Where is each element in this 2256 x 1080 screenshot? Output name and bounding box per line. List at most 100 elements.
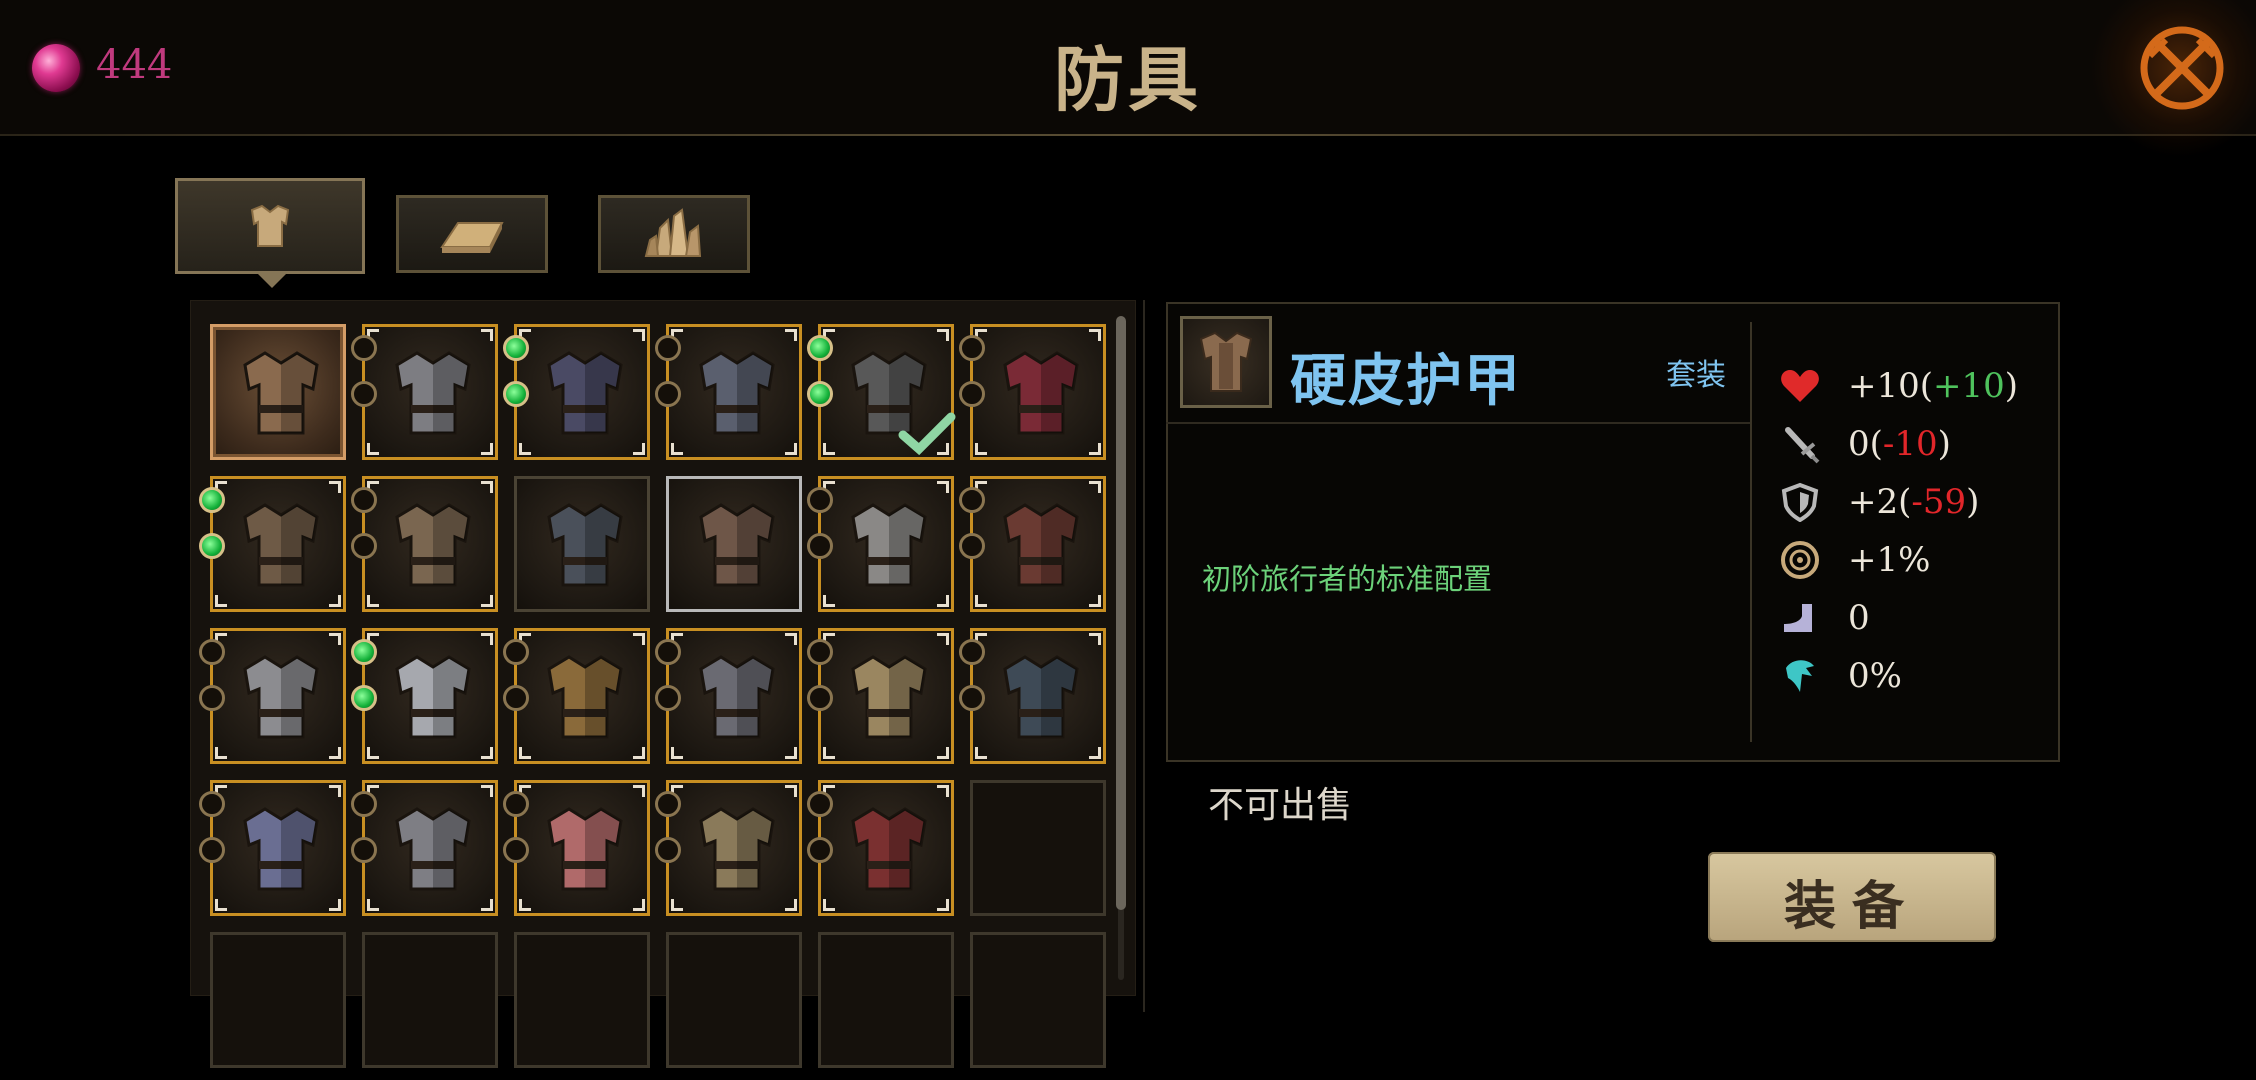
socket-empty: [199, 639, 225, 665]
inventory-slot-empty[interactable]: [970, 932, 1106, 1068]
equip-button-label: 装备: [1783, 876, 1920, 937]
tab-armor[interactable]: [175, 178, 365, 274]
sell-status: 不可出售: [1208, 785, 1353, 826]
stat-base-critical: +1%: [1848, 540, 1931, 580]
slot-corner-ornament: [519, 443, 531, 455]
stat-delta-health: +10: [1933, 366, 2005, 406]
socket-filled: [807, 335, 833, 361]
inventory-slot-empty[interactable]: [970, 780, 1106, 916]
tab-ingots[interactable]: [396, 195, 548, 273]
armor-icon: [699, 351, 775, 435]
slot-corner-ornament: [671, 443, 683, 455]
socket-empty: [351, 533, 377, 559]
armor-icon: [1003, 503, 1079, 587]
armor-icon: [395, 351, 471, 435]
socket-empty: [655, 639, 681, 665]
inventory-slot[interactable]: [807, 780, 954, 916]
socket-empty: [807, 487, 833, 513]
socket-filled: [199, 487, 225, 513]
socket-filled: [503, 381, 529, 407]
inventory-slot[interactable]: [655, 628, 802, 764]
slot-corner-ornament: [823, 443, 835, 455]
socket-filled: [351, 639, 377, 665]
inventory-slot[interactable]: [351, 628, 498, 764]
socket-filled: [199, 533, 225, 559]
detail-stats-divider: [1750, 322, 1752, 742]
stat-base-defense: +2: [1848, 482, 1899, 522]
crossed-swords-close-icon: [2140, 26, 2224, 110]
armor-icon: [547, 351, 623, 435]
slot-corner-ornament: [633, 785, 645, 797]
panel-divider: [1143, 300, 1145, 1012]
armor-icon: [851, 655, 927, 739]
armor-icon: [1199, 331, 1253, 392]
inventory-slot[interactable]: [503, 324, 650, 460]
socket-empty: [655, 381, 681, 407]
armor-icon: [243, 351, 319, 435]
inventory-slot[interactable]: [351, 780, 498, 916]
inventory-slot[interactable]: [503, 628, 650, 764]
socket-empty: [807, 639, 833, 665]
equip-button[interactable]: 装备: [1708, 852, 1996, 942]
slot-corner-ornament: [367, 595, 379, 607]
heart-icon: [1781, 370, 1819, 402]
inventory-slot[interactable]: [514, 476, 650, 612]
close-button[interactable]: [2090, 0, 2256, 158]
slot-corner-ornament: [1089, 329, 1101, 341]
ingot-icon: [440, 222, 504, 253]
inventory-slot[interactable]: [199, 780, 346, 916]
armor-icon: [699, 503, 775, 587]
inventory-slot[interactable]: [959, 628, 1106, 764]
inventory-slot[interactable]: [351, 324, 498, 460]
socket-empty: [503, 639, 529, 665]
slot-corner-ornament: [937, 633, 949, 645]
slot-corner-ornament: [367, 747, 379, 759]
socket-empty: [503, 837, 529, 863]
item-description: 初阶旅行者的标准配置: [1202, 562, 1493, 596]
inventory-slot[interactable]: [959, 476, 1106, 612]
slot-corner-ornament: [329, 481, 341, 493]
stat-base-dodge: 0%: [1848, 656, 1902, 696]
sword-icon: [1785, 427, 1820, 464]
slot-corner-ornament: [481, 785, 493, 797]
inventory-slot[interactable]: [655, 780, 802, 916]
slot-corner-ornament: [1089, 481, 1101, 493]
inventory-slot[interactable]: [503, 780, 650, 916]
socket-empty: [807, 837, 833, 863]
inventory-slot-empty[interactable]: [362, 932, 498, 1068]
socket-empty: [503, 685, 529, 711]
inventory-slot[interactable]: [959, 324, 1106, 460]
inventory-slot[interactable]: [210, 324, 346, 460]
inventory-slot-empty[interactable]: [666, 932, 802, 1068]
slot-corner-ornament: [519, 899, 531, 911]
inventory-slot[interactable]: [807, 476, 954, 612]
slot-corner-ornament: [1089, 633, 1101, 645]
set-link[interactable]: 套装: [1666, 350, 1726, 394]
inventory-slot[interactable]: [807, 324, 956, 460]
scrollbar-thumb[interactable]: [1116, 316, 1126, 910]
inventory-slot[interactable]: [666, 476, 802, 612]
tab-crystals[interactable]: [598, 195, 750, 273]
inventory-slot[interactable]: [199, 628, 346, 764]
inventory-slot[interactable]: [199, 476, 346, 612]
inventory-slot-empty[interactable]: [818, 932, 954, 1068]
slot-corner-ornament: [975, 595, 987, 607]
inventory-slot[interactable]: [655, 324, 802, 460]
armor-icon: [243, 807, 319, 891]
inventory-slot[interactable]: [807, 628, 954, 764]
slot-corner-ornament: [975, 443, 987, 455]
socket-empty: [807, 533, 833, 559]
socket-empty: [959, 487, 985, 513]
slot-corner-ornament: [633, 633, 645, 645]
inventory-slot-empty[interactable]: [210, 932, 346, 1068]
armor-icon: [243, 503, 319, 587]
slot-corner-ornament: [823, 595, 835, 607]
slot-corner-ornament: [785, 633, 797, 645]
slot-corner-ornament: [367, 899, 379, 911]
armor-icon: [243, 655, 319, 739]
inventory-slot[interactable]: [351, 476, 498, 612]
crystal-icon: [644, 208, 702, 257]
inventory-slot-empty[interactable]: [514, 932, 650, 1068]
page-title: 防具: [1054, 38, 1202, 121]
socket-empty: [351, 381, 377, 407]
